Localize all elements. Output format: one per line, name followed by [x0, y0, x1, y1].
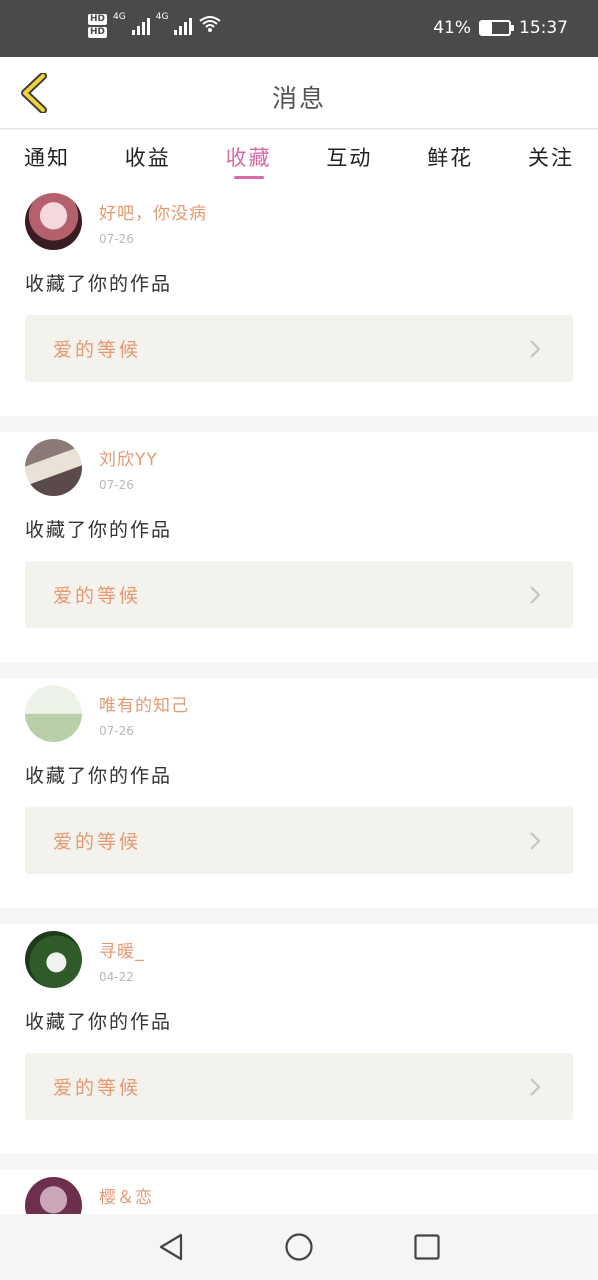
- header: 消息: [0, 57, 598, 129]
- divider: [0, 416, 598, 432]
- user-meta: 唯有的知己 07-26: [99, 685, 189, 738]
- work-link[interactable]: 爱的等候: [25, 1053, 573, 1120]
- work-link[interactable]: 爱的等候: [25, 561, 573, 628]
- action-text: 收藏了你的作品: [25, 1011, 173, 1033]
- hd-badge-1: HD: [88, 14, 108, 25]
- signal-group: HD HD 4G 4G: [88, 12, 222, 38]
- user-row: 唯有的知己 07-26: [25, 685, 573, 747]
- hd-indicators: HD HD: [88, 14, 108, 38]
- hd-badge-2: HD: [88, 27, 108, 38]
- chevron-right-icon: [525, 339, 545, 359]
- action-text: 收藏了你的作品: [25, 519, 173, 541]
- user-meta: 樱＆恋: [99, 1177, 153, 1208]
- divider: [0, 908, 598, 924]
- work-title: 爱的等候: [53, 831, 142, 853]
- avatar[interactable]: [25, 931, 82, 988]
- divider: [0, 662, 598, 678]
- date: 07-26: [99, 478, 134, 492]
- tab-notifications[interactable]: 通知: [24, 130, 70, 186]
- tab-flowers[interactable]: 鲜花: [427, 130, 473, 186]
- network-type-1: 4G: [113, 12, 126, 22]
- chevron-right-icon: [525, 831, 545, 851]
- divider: [0, 1154, 598, 1170]
- chevron-right-icon: [525, 585, 545, 605]
- list-item: 刘欣YY 07-26 收藏了你的作品 爱的等候: [0, 432, 598, 662]
- work-link[interactable]: 爱的等候: [25, 807, 573, 874]
- username[interactable]: 唯有的知己: [99, 691, 189, 716]
- page-title: 消息: [271, 84, 326, 113]
- avatar[interactable]: [25, 685, 82, 742]
- clock: 15:37: [519, 18, 568, 38]
- status-bar: HD HD 4G 4G 41% 15:37: [0, 0, 598, 57]
- list-item: 寻暖_ 04-22 收藏了你的作品 爱的等候: [0, 924, 598, 1154]
- triangle-back-icon: [159, 1233, 183, 1261]
- avatar[interactable]: [25, 193, 82, 250]
- date: 04-22: [99, 970, 134, 984]
- username[interactable]: 樱＆恋: [99, 1183, 153, 1208]
- user-row: 好吧，你没病 07-26: [25, 193, 573, 255]
- wifi-icon: [198, 15, 222, 37]
- work-link[interactable]: 爱的等候: [25, 315, 573, 382]
- notification-list: 好吧，你没病 07-26 收藏了你的作品 爱的等候 刘欣YY 07-26 收藏了…: [0, 186, 598, 1230]
- user-meta: 寻暖_ 04-22: [99, 931, 145, 984]
- signal-bars-icon: [131, 17, 150, 35]
- nav-back-button[interactable]: [155, 1231, 187, 1263]
- signal-bars-icon: [174, 17, 193, 35]
- user-meta: 好吧，你没病 07-26: [99, 193, 207, 246]
- screen: HD HD 4G 4G 41% 15:37 消息 通知 收益 收藏 互动 鲜花 …: [0, 0, 598, 1280]
- action-text: 收藏了你的作品: [25, 273, 173, 295]
- username[interactable]: 寻暖_: [99, 937, 145, 962]
- work-title: 爱的等候: [53, 339, 142, 361]
- date: 07-26: [99, 232, 134, 246]
- system-nav-bar: [0, 1214, 598, 1280]
- username[interactable]: 刘欣YY: [99, 445, 158, 470]
- work-title: 爱的等候: [53, 585, 142, 607]
- tab-favorites[interactable]: 收藏: [226, 130, 272, 186]
- tab-earnings[interactable]: 收益: [125, 130, 171, 186]
- user-row: 刘欣YY 07-26: [25, 439, 573, 501]
- user-meta: 刘欣YY 07-26: [99, 439, 158, 492]
- tab-follows[interactable]: 关注: [528, 130, 574, 186]
- date: 07-26: [99, 724, 134, 738]
- action-text: 收藏了你的作品: [25, 765, 173, 787]
- nav-home-button[interactable]: [283, 1231, 315, 1263]
- list-item: 好吧，你没病 07-26 收藏了你的作品 爱的等候: [0, 186, 598, 416]
- square-recents-icon: [414, 1234, 440, 1260]
- battery-percent: 41%: [433, 18, 471, 38]
- tab-interactions[interactable]: 互动: [326, 130, 372, 186]
- work-title: 爱的等候: [53, 1077, 142, 1099]
- list-item: 唯有的知己 07-26 收藏了你的作品 爱的等候: [0, 678, 598, 908]
- chevron-right-icon: [525, 1077, 545, 1097]
- battery-icon: [479, 20, 514, 36]
- battery-fill: [481, 22, 493, 34]
- tab-bar: 通知 收益 收藏 互动 鲜花 关注: [0, 130, 598, 186]
- circle-home-icon: [285, 1233, 313, 1261]
- username[interactable]: 好吧，你没病: [99, 199, 207, 224]
- user-row: 寻暖_ 04-22: [25, 931, 573, 993]
- avatar[interactable]: [25, 439, 82, 496]
- nav-recents-button[interactable]: [411, 1231, 443, 1263]
- status-right: 41% 15:37: [433, 18, 568, 38]
- network-type-2: 4G: [155, 12, 169, 22]
